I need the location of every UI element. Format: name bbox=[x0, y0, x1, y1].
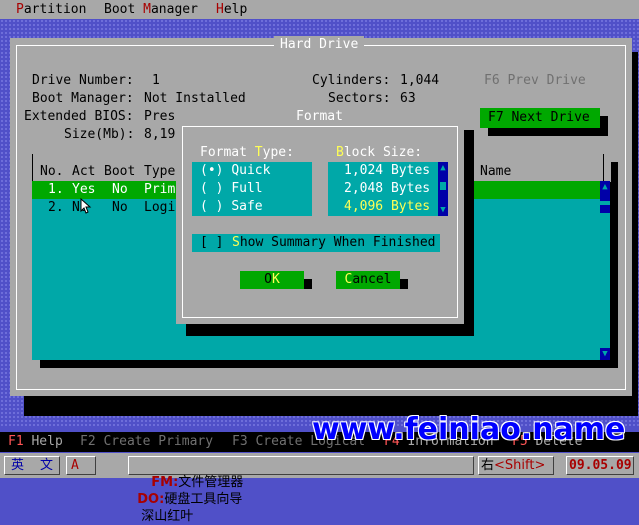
col-act: Act bbox=[72, 164, 96, 179]
ok-button[interactable]: OK bbox=[240, 271, 304, 289]
row2-boot: No bbox=[112, 200, 128, 215]
block-size-4096[interactable]: 4,096 Bytes bbox=[344, 198, 430, 216]
menu-help[interactable]: Help bbox=[216, 0, 247, 19]
disk-wizard-link[interactable]: 硬盘工具向导 bbox=[164, 492, 242, 507]
block-scroll-down-icon[interactable]: ▼ bbox=[438, 204, 448, 216]
boot-manager-label: Boot Manager: bbox=[32, 91, 134, 106]
boot-manager-value: Not Installed bbox=[144, 91, 246, 106]
ime-indicator[interactable]: 英文 bbox=[4, 456, 60, 475]
scroll-track-mark bbox=[600, 205, 610, 213]
block-size-2048[interactable]: 2,048 Bytes bbox=[344, 180, 430, 198]
next-drive-button[interactable]: F7 Next Drive bbox=[480, 108, 600, 128]
hard-drive-title: Hard Drive bbox=[274, 36, 365, 54]
scroll-down-icon[interactable]: ▼ bbox=[600, 348, 610, 360]
menu-bar: Partition Boot Manager Help bbox=[0, 0, 639, 19]
show-summary-label: Show Summary When Finished bbox=[232, 235, 436, 250]
status-f2[interactable]: F2 Create Primary bbox=[80, 433, 213, 451]
block-scroll-up-icon[interactable]: ▲ bbox=[438, 162, 448, 174]
size-value: 8,19 bbox=[144, 127, 176, 142]
format-dialog-title: Format bbox=[290, 108, 349, 126]
row2-no: 2. bbox=[48, 200, 64, 215]
cancel-button[interactable]: Cancel bbox=[336, 271, 400, 289]
file-manager-link[interactable]: 文件管理器 bbox=[178, 475, 243, 490]
cylinders-label: Cylinders: bbox=[312, 73, 391, 88]
sectors-label: Sectors: bbox=[328, 91, 391, 106]
block-size-scrollbar[interactable]: ▲ ▼ bbox=[438, 162, 448, 216]
sectors-value: 63 bbox=[400, 91, 416, 106]
col-type: Type bbox=[144, 164, 176, 179]
scroll-up-icon[interactable]: ▲ bbox=[600, 181, 610, 193]
table-header-divider bbox=[603, 154, 604, 182]
drive-number-value: 1 bbox=[152, 73, 160, 88]
prev-drive-button[interactable]: F6 Prev Drive bbox=[484, 72, 586, 90]
status-f1[interactable]: F1 Help bbox=[8, 433, 63, 451]
block-size-label: Block Size: bbox=[336, 145, 423, 160]
row1-boot: No bbox=[112, 182, 128, 197]
table-scrollbar[interactable]: ▲ ▼ bbox=[600, 181, 610, 360]
format-type-full[interactable]: ( ) Full bbox=[200, 180, 263, 198]
block-size-1024[interactable]: 1,024 Bytes bbox=[344, 162, 430, 180]
drive-number-label: Drive Number: bbox=[32, 73, 134, 88]
col-name: Name bbox=[480, 164, 512, 179]
menu-partition[interactable]: Partition bbox=[16, 0, 86, 19]
row1-no: 1. bbox=[48, 182, 64, 197]
block-scroll-thumb[interactable] bbox=[440, 182, 446, 190]
mouse-pointer-icon bbox=[80, 198, 92, 214]
date-display: 09.05.09 bbox=[566, 456, 634, 475]
size-label: Size(Mb): bbox=[64, 127, 135, 142]
col-no: No. bbox=[40, 164, 64, 179]
a-indicator[interactable]: A bbox=[66, 456, 96, 475]
row1-act: Yes bbox=[72, 182, 96, 197]
ext-bios-value: Pres bbox=[144, 109, 176, 124]
cylinders-value: 1,044 bbox=[400, 73, 440, 88]
col-boot: Boot bbox=[104, 164, 136, 179]
row1-type: Prim bbox=[144, 182, 176, 197]
format-type-quick[interactable]: (•) Quick bbox=[200, 162, 270, 180]
ext-bios-label: Extended BIOS: bbox=[24, 109, 134, 124]
scroll-thumb[interactable] bbox=[600, 193, 610, 201]
show-summary-box[interactable]: [ ] bbox=[200, 234, 223, 252]
shift-indicator[interactable]: 右<Shift> bbox=[478, 456, 554, 475]
menu-boot-manager[interactable]: Boot Manager bbox=[104, 0, 198, 19]
row2-type: Logi bbox=[144, 200, 176, 215]
format-type-safe[interactable]: ( ) Safe bbox=[200, 198, 263, 216]
watermark: www.feiniao.name bbox=[312, 412, 626, 447]
format-type-label: Format Type: bbox=[200, 145, 294, 160]
taskbar-main: FM:文件管理器 DO:硬盘工具向导 深山红叶 bbox=[128, 456, 474, 524]
